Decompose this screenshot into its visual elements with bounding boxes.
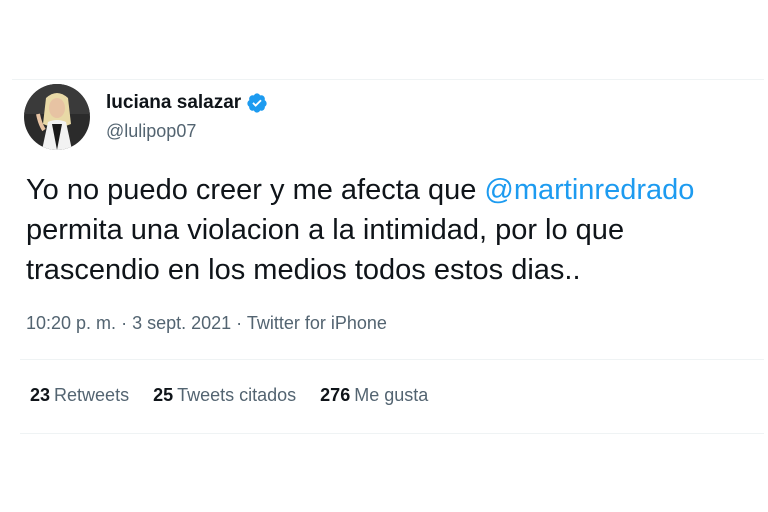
meta-separator: ·	[231, 313, 247, 333]
quotes-count: 25	[153, 385, 174, 405]
tweet-card: luciana salazar @lulipop07 Yo no puedo c…	[0, 0, 768, 512]
tweet-header: luciana salazar @lulipop07	[24, 84, 268, 150]
display-name[interactable]: luciana salazar	[106, 91, 241, 115]
tweet-text-part-1: Yo no puedo creer y me afecta que	[26, 174, 485, 206]
top-divider	[12, 79, 764, 80]
author-names: luciana salazar @lulipop07	[106, 91, 268, 143]
tweet-time[interactable]: 10:20 p. m.	[26, 313, 116, 333]
display-name-row: luciana salazar	[106, 91, 268, 115]
tweet-source[interactable]: Twitter for iPhone	[247, 313, 387, 333]
likes-count: 276	[320, 385, 351, 405]
meta-separator: ·	[116, 313, 133, 333]
tweet-date[interactable]: 3 sept. 2021	[132, 313, 231, 333]
retweets-stat[interactable]: 23 Retweets	[30, 385, 129, 406]
tweet-stats: 23 Retweets 25 Tweets citados 276 Me gusta	[30, 385, 452, 406]
likes-stat[interactable]: 276 Me gusta	[320, 385, 428, 406]
mention-link[interactable]: @martinredrado	[484, 174, 694, 206]
tweet-meta: 10:20 p. m. · 3 sept. 2021 · Twitter for…	[26, 313, 387, 334]
quotes-label: Tweets citados	[177, 385, 297, 405]
quotes-stat[interactable]: 25 Tweets citados	[153, 385, 296, 406]
divider	[20, 359, 764, 360]
retweets-count: 23	[30, 385, 51, 405]
tweet-text-part-2: permita una violacion a la intimidad, po…	[26, 214, 625, 286]
likes-label: Me gusta	[354, 385, 429, 405]
author-handle[interactable]: @lulipop07	[106, 119, 268, 143]
avatar[interactable]	[24, 84, 90, 150]
tweet-text: Yo no puedo creer y me afecta que @marti…	[26, 170, 761, 290]
divider	[20, 433, 764, 434]
verified-badge-icon	[246, 92, 268, 114]
retweets-label: Retweets	[54, 385, 130, 405]
